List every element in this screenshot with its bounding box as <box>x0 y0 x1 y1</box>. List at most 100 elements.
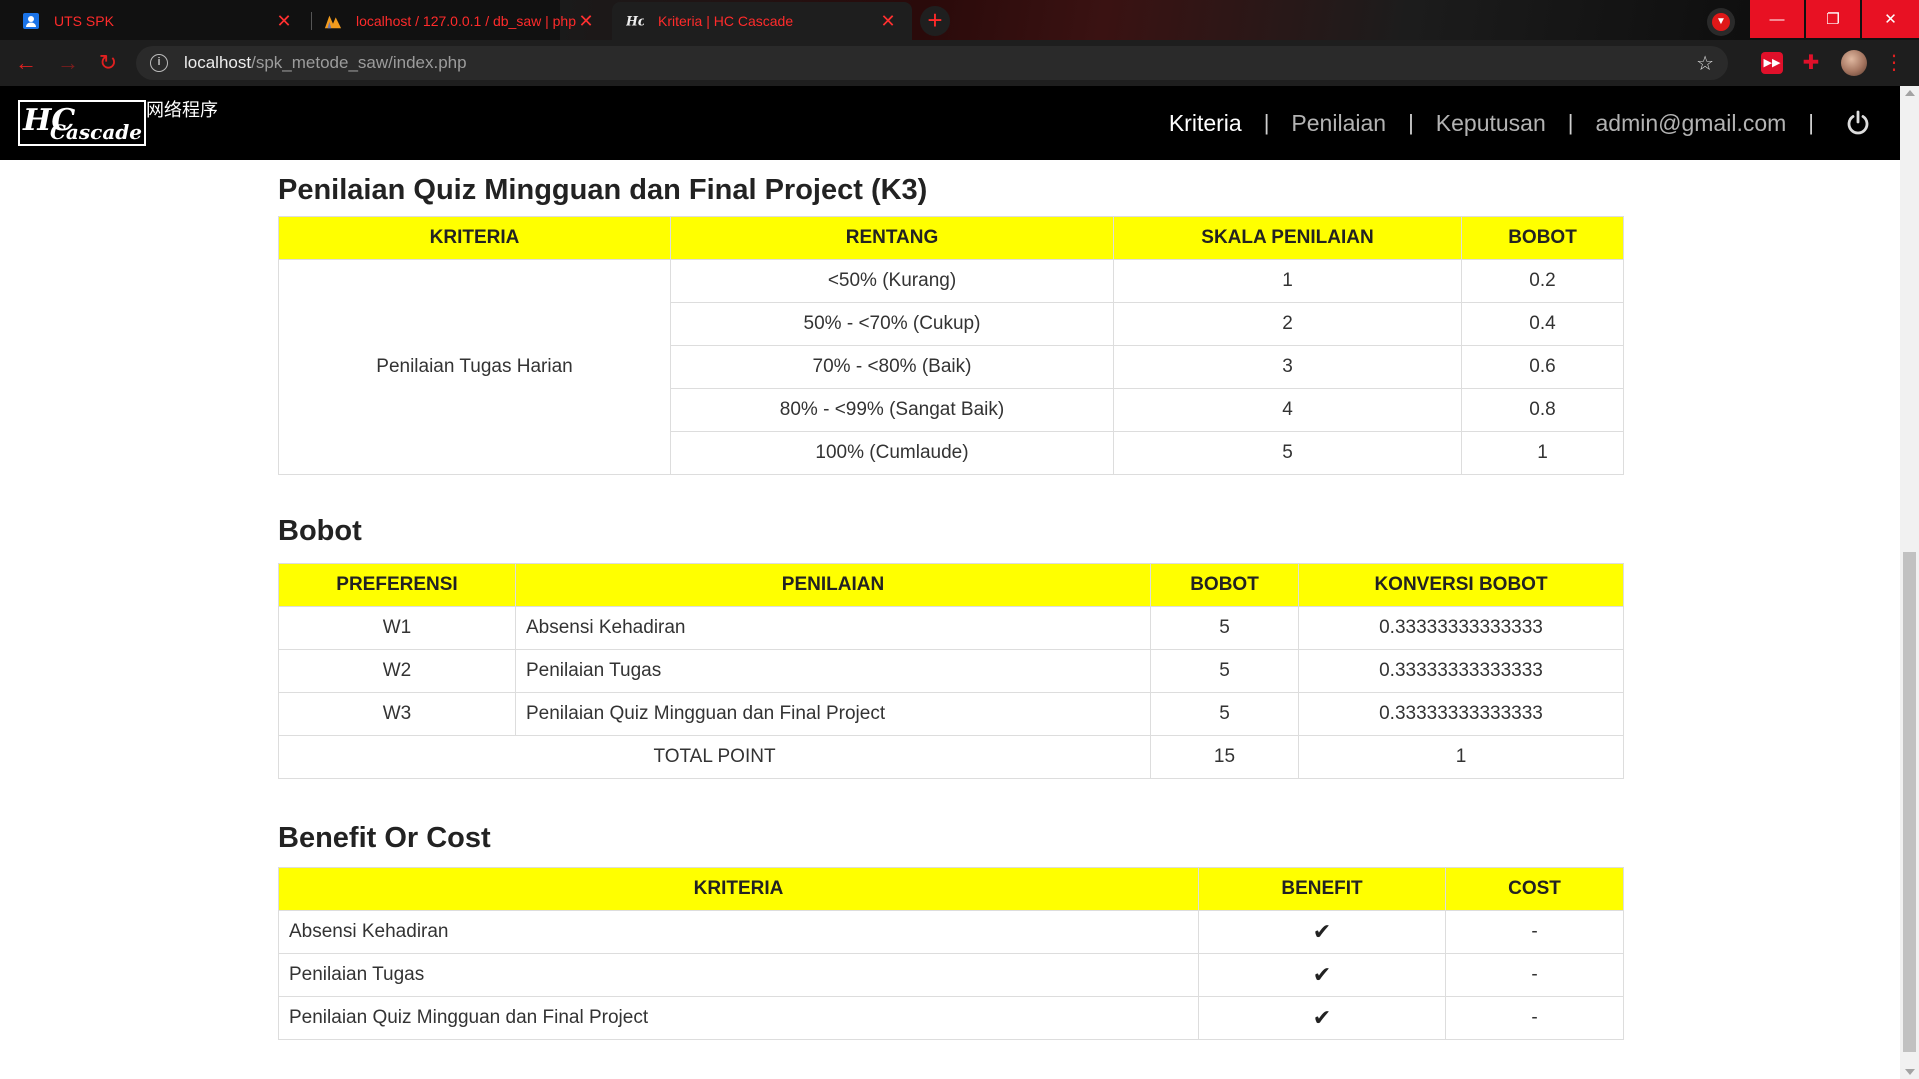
column-header: PENILAIAN <box>515 563 1151 607</box>
tab-close-icon[interactable]: ✕ <box>274 11 294 32</box>
menu-item-penilaian[interactable]: Penilaian <box>1291 110 1386 137</box>
kriteria-cell: Penilaian Quiz Mingguan dan Final Projec… <box>278 996 1199 1040</box>
total-row: TOTAL POINT 15 1 <box>278 735 1624 779</box>
cost-cell: - <box>1445 910 1624 954</box>
rentang-cell: 70% - <80% (Baik) <box>670 345 1114 389</box>
extensions-puzzle-icon[interactable]: ✚ <box>1800 52 1822 74</box>
column-header: COST <box>1445 867 1624 911</box>
bobot-cell: 0.2 <box>1461 259 1624 303</box>
menu-item-keputusan[interactable]: Keputusan <box>1436 110 1546 137</box>
column-header: PREFERENSI <box>278 563 516 607</box>
kriteria-cell: Penilaian Tugas <box>278 953 1199 997</box>
total-konversi: 1 <box>1298 735 1624 779</box>
table-header-row: KRITERIA RENTANG SKALA PENILAIAN BOBOT <box>278 216 1624 260</box>
browser-tab-uts-spk[interactable]: UTS SPK ✕ <box>8 2 308 40</box>
menu-item-user-email[interactable]: admin@gmail.com <box>1595 110 1786 137</box>
tab-close-icon[interactable]: ✕ <box>576 11 596 32</box>
bookmark-star-icon[interactable]: ☆ <box>1696 51 1714 76</box>
konversi-cell: 0.33333333333333 <box>1298 692 1624 736</box>
browser-tab-kriteria-active[interactable]: Hc Kriteria | HC Cascade ✕ <box>612 2 912 40</box>
column-header: SKALA PENILAIAN <box>1113 216 1462 260</box>
browser-tab-strip: UTS SPK ✕ localhost / 127.0.0.1 / db_saw… <box>0 0 1919 40</box>
rentang-cell: <50% (Kurang) <box>670 259 1114 303</box>
extension-red-icon[interactable]: ▶▶ <box>1761 52 1783 74</box>
new-tab-button[interactable]: + <box>920 6 950 36</box>
page-scrollbar[interactable] <box>1900 86 1919 1079</box>
kriteria-cell: Absensi Kehadiran <box>278 910 1199 954</box>
menu-separator: | <box>1408 110 1414 135</box>
section-title-benefit-cost: Benefit Or Cost <box>278 822 491 854</box>
reload-icon[interactable]: ↻ <box>96 51 120 75</box>
section-title-k3: Penilaian Quiz Mingguan dan Final Projec… <box>278 174 928 206</box>
menu-item-kriteria[interactable]: Kriteria <box>1169 110 1242 137</box>
k3-criteria-table: KRITERIA RENTANG SKALA PENILAIAN BOBOT P… <box>278 216 1624 475</box>
table-row: Absensi Kehadiran ✔ - <box>278 910 1624 954</box>
table-row: Penilaian Tugas ✔ - <box>278 953 1624 997</box>
column-header: RENTANG <box>670 216 1114 260</box>
record-extension-icon[interactable]: ▼ <box>1707 8 1735 36</box>
phpmyadmin-icon <box>324 12 342 30</box>
column-header: BOBOT <box>1461 216 1624 260</box>
column-header: BOBOT <box>1150 563 1299 607</box>
bobot-cell: 5 <box>1150 649 1299 693</box>
back-arrow-icon[interactable]: ← <box>14 51 38 75</box>
profile-avatar[interactable] <box>1841 50 1867 76</box>
bobot-cell: 5 <box>1150 692 1299 736</box>
bobot-table: PREFERENSI PENILAIAN BOBOT KONVERSI BOBO… <box>278 563 1624 779</box>
cost-cell: - <box>1445 996 1624 1040</box>
scroll-up-arrow-icon[interactable] <box>1905 90 1915 96</box>
penilaian-cell: Absensi Kehadiran <box>515 606 1151 650</box>
table-header-row: KRITERIA BENEFIT COST <box>278 867 1624 911</box>
power-logout-icon[interactable] <box>1844 109 1872 137</box>
rentang-cell: 100% (Cumlaude) <box>670 431 1114 475</box>
rentang-cell: 50% - <70% (Cukup) <box>670 302 1114 346</box>
table-row: W1 Absensi Kehadiran 5 0.33333333333333 <box>278 606 1624 650</box>
main-content: Penilaian Quiz Mingguan dan Final Projec… <box>278 160 1624 1040</box>
section-title-bobot: Bobot <box>278 515 362 547</box>
penilaian-cell: Penilaian Quiz Mingguan dan Final Projec… <box>515 692 1151 736</box>
browser-menu-icon[interactable]: ⋮ <box>1884 50 1904 75</box>
logo-chinese-text: 网络程序 <box>146 100 218 120</box>
konversi-cell: 0.33333333333333 <box>1298 649 1624 693</box>
checkmark-icon: ✔ <box>1198 910 1446 954</box>
skala-cell: 3 <box>1113 345 1462 389</box>
bobot-cell: 0.4 <box>1461 302 1624 346</box>
table-row: Penilaian Quiz Mingguan dan Final Projec… <box>278 996 1624 1040</box>
benefit-cost-table: KRITERIA BENEFIT COST Absensi Kehadiran … <box>278 867 1624 1040</box>
tab-close-icon[interactable]: ✕ <box>878 11 898 32</box>
total-bobot: 15 <box>1150 735 1299 779</box>
site-info-icon[interactable]: i <box>150 54 168 72</box>
tab-title: localhost / 127.0.0.1 / db_saw | php <box>356 13 576 29</box>
rentang-cell: 80% - <99% (Sangat Baik) <box>670 388 1114 432</box>
restore-window-button[interactable]: ❐ <box>1806 0 1860 38</box>
forward-arrow-icon[interactable]: → <box>56 51 80 75</box>
scroll-down-arrow-icon[interactable] <box>1905 1069 1915 1075</box>
bobot-cell: 1 <box>1461 431 1624 475</box>
checkmark-icon: ✔ <box>1198 996 1446 1040</box>
total-label: TOTAL POINT <box>278 735 1151 779</box>
checkmark-icon: ✔ <box>1198 953 1446 997</box>
bobot-cell: 0.6 <box>1461 345 1624 389</box>
url-path: /spk_metode_saw/index.php <box>251 53 467 72</box>
scrollbar-thumb[interactable] <box>1903 552 1916 1052</box>
url-host: localhost <box>184 53 252 72</box>
table-row: Penilaian Tugas Harian <50% (Kurang) 1 0… <box>278 259 1624 475</box>
kriteria-cell: Penilaian Tugas Harian <box>278 259 671 475</box>
table-row: W2 Penilaian Tugas 5 0.33333333333333 <box>278 649 1624 693</box>
table-row: W3 Penilaian Quiz Mingguan dan Final Pro… <box>278 692 1624 736</box>
logo-cascade: Cascade <box>50 120 142 144</box>
site-logo[interactable]: HC Cascade <box>18 100 146 146</box>
minimize-window-button[interactable]: — <box>1750 0 1804 38</box>
column-header: KONVERSI BOBOT <box>1298 563 1624 607</box>
skala-cell: 2 <box>1113 302 1462 346</box>
browser-tab-phpmyadmin[interactable]: localhost / 127.0.0.1 / db_saw | php ✕ <box>310 2 610 40</box>
bobot-cell: 5 <box>1150 606 1299 650</box>
preferensi-cell: W3 <box>278 692 516 736</box>
close-window-button[interactable]: ✕ <box>1862 0 1919 38</box>
cost-cell: - <box>1445 953 1624 997</box>
svg-text:Hc: Hc <box>626 14 644 29</box>
skala-cell: 1 <box>1113 259 1462 303</box>
address-bar[interactable]: i localhost/spk_metode_saw/index.php ☆ <box>136 46 1728 80</box>
menu-separator: | <box>1263 110 1270 135</box>
user-avatar-icon <box>22 12 40 30</box>
